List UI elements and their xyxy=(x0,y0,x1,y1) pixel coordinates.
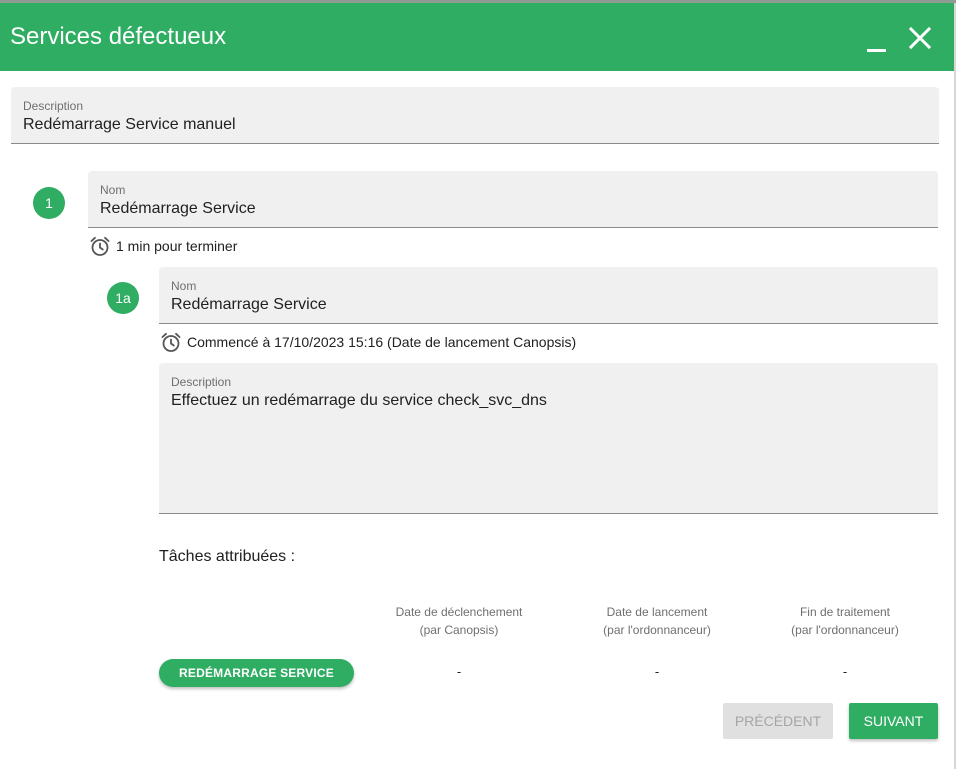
task-trigger-date-cell: - xyxy=(456,664,462,679)
dialog-title: Services défectueux xyxy=(10,23,227,50)
step-name-label: Nom xyxy=(100,183,126,197)
column-header-line1: Fin de traitement xyxy=(799,605,891,619)
substep-name-label: Nom xyxy=(171,279,197,293)
column-header-line2: (par l'ordonnanceur) xyxy=(791,623,899,637)
next-button[interactable]: SUIVANT xyxy=(849,703,938,739)
column-header-line1: Date de déclenchement xyxy=(395,605,523,619)
previous-button[interactable]: PRÉCÉDENT xyxy=(723,703,833,739)
column-header-line2: (par Canopsis) xyxy=(419,623,499,637)
column-header-end-date: Fin de traitement (par l'ordonnanceur) xyxy=(755,603,935,639)
column-header-line2: (par l'ordonnanceur) xyxy=(603,623,711,637)
column-header-line1: Date de lancement xyxy=(606,605,708,619)
step-number-badge: 1 xyxy=(33,187,65,219)
close-icon xyxy=(908,26,932,50)
description-value[interactable]: Redémarrage Service manuel xyxy=(23,115,236,135)
minimize-icon xyxy=(867,49,886,52)
assigned-tasks-title: Tâches attribuées : xyxy=(159,548,296,565)
substep-number-badge: 1a xyxy=(107,282,139,314)
alarm-clock-icon xyxy=(161,332,181,352)
substep-started-text: Commencé à 17/10/2023 15:16 (Date de lan… xyxy=(187,334,577,350)
dialog-header: Services défectueux xyxy=(0,3,954,71)
substep-name-field[interactable]: Nom Redémarrage Service xyxy=(159,267,938,324)
task-end-date-cell: - xyxy=(842,664,848,679)
substep-description-value[interactable]: Effectuez un redémarrage du service chec… xyxy=(171,391,547,411)
task-launch-date-cell: - xyxy=(654,664,660,679)
alarm-clock-icon xyxy=(90,236,110,256)
step-name-field[interactable]: Nom Redémarrage Service xyxy=(88,171,938,228)
description-field[interactable]: Description Redémarrage Service manuel xyxy=(11,87,939,144)
step-duration-text: 1 min pour terminer xyxy=(116,238,238,254)
minimize-button[interactable] xyxy=(859,21,893,55)
task-restart-service-button[interactable]: REDÉMARRAGE SERVICE xyxy=(159,659,354,687)
substep-name-value[interactable]: Redémarrage Service xyxy=(171,295,327,315)
column-header-launch-date: Date de lancement (par l'ordonnanceur) xyxy=(567,603,747,639)
step-name-value[interactable]: Redémarrage Service xyxy=(100,199,256,219)
substep-description-field[interactable]: Description Effectuez un redémarrage du … xyxy=(159,363,938,514)
substep-description-label: Description xyxy=(171,375,232,389)
description-label: Description xyxy=(23,99,84,113)
close-button[interactable] xyxy=(903,21,937,55)
column-header-trigger-date: Date de déclenchement (par Canopsis) xyxy=(369,603,549,639)
step-duration: 1 min pour terminer xyxy=(89,235,237,257)
substep-started: Commencé à 17/10/2023 15:16 (Date de lan… xyxy=(160,331,576,353)
